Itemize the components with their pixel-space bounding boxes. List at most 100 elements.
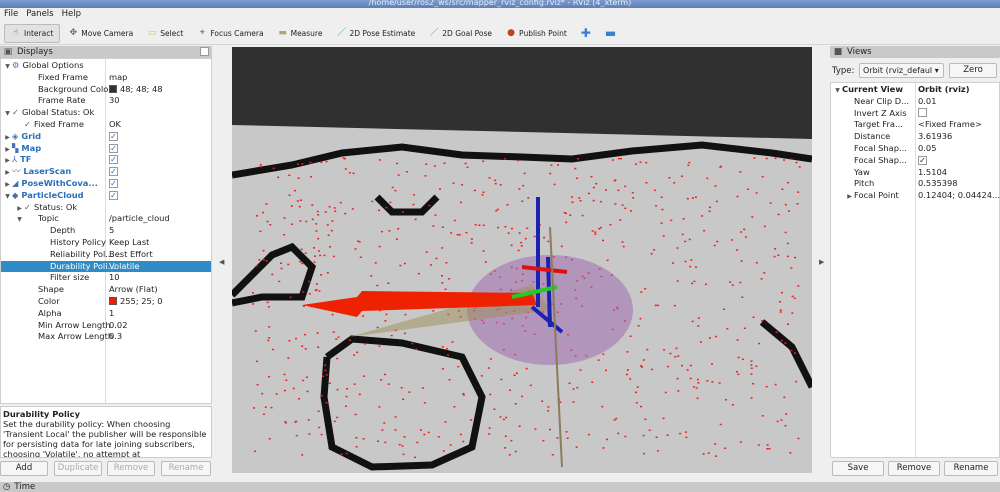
row-value[interactable]: OK (109, 119, 121, 129)
display-row[interactable]: ▶ 〰 LaserScan ✓ (1, 166, 211, 178)
display-row[interactable]: Filter size 10 (1, 272, 211, 284)
remove-tool-icon[interactable]: ▬ (599, 24, 622, 43)
expand-arrow-icon[interactable]: ▶ (845, 191, 854, 203)
display-row[interactable]: Reliability Pol... Best Effort (1, 249, 211, 261)
tool-focus-camera[interactable]: ⌖ Focus Camera (191, 24, 269, 43)
enable-checkbox[interactable]: ✓ (109, 143, 118, 153)
remove-button[interactable]: Remove (107, 461, 155, 476)
zero-button[interactable]: Zero (949, 63, 997, 78)
enable-checkbox[interactable]: ✓ (109, 190, 118, 200)
tool-move-camera[interactable]: ✥ Move Camera (62, 24, 139, 43)
display-row[interactable]: ▶ ⅄ TF ✓ (1, 154, 211, 166)
view-checkbox[interactable] (918, 107, 927, 117)
display-row[interactable]: Max Arrow Length 0.3 (1, 331, 211, 343)
row-value[interactable]: 30 (109, 95, 120, 105)
duplicate-button[interactable]: Duplicate (54, 461, 102, 476)
type-label: Type: (832, 66, 855, 76)
tool-interact[interactable]: ☝ Interact (4, 23, 61, 43)
row-value[interactable]: /particle_cloud (109, 213, 170, 223)
view-type-select[interactable]: Orbit (rviz_defaul ▾ (859, 63, 944, 78)
view-row[interactable]: ▶ Focal Point 0.12404; 0.04424... (831, 190, 999, 202)
menu-panels[interactable]: Panels (26, 8, 53, 21)
display-row[interactable]: ▼ ◆ ParticleCloud ✓ (1, 190, 211, 202)
display-row[interactable]: Frame Rate 30 (1, 95, 211, 107)
rename-view-button[interactable]: Rename (944, 461, 998, 476)
view-row[interactable]: Focal Shap... ✓ (831, 155, 999, 167)
color-swatch[interactable] (109, 296, 117, 305)
display-row[interactable]: ▼ Topic/particle_cloud (1, 213, 211, 225)
remove-view-button[interactable]: Remove (888, 461, 940, 476)
row-value[interactable]: Best Effort (109, 249, 153, 259)
view-row[interactable]: ▼ Current View Orbit (rviz) (831, 84, 999, 96)
enable-checkbox[interactable]: ✓ (109, 167, 118, 177)
display-row[interactable]: Color 255; 25; 0 (1, 296, 211, 308)
row-value[interactable]: Keep Last (109, 237, 149, 247)
row-value[interactable]: 3.61936 (918, 131, 952, 143)
tool-label: Focus Camera (210, 28, 264, 38)
row-value[interactable]: Orbit (rviz) (918, 84, 970, 96)
view-row[interactable]: Invert Z Axis (831, 107, 999, 120)
row-label: Frame Rate (38, 95, 86, 106)
row-value[interactable]: 5 (109, 225, 114, 235)
display-row[interactable]: Depth 5 (1, 225, 211, 237)
display-row[interactable]: ✓ Fixed Frame OK (1, 119, 211, 131)
menu-help[interactable]: Help (62, 8, 81, 21)
row-value[interactable]: Arrow (Flat) (109, 284, 158, 294)
display-row[interactable]: ▶ ▚ Map ✓ (1, 143, 211, 155)
display-row[interactable]: ▶ ◢ PoseWithCova... ✓ (1, 178, 211, 190)
row-value[interactable]: 48; 48; 48 (120, 84, 163, 94)
view-row[interactable]: Yaw 1.5104 (831, 167, 999, 179)
toolbar: ☝ Interact ✥ Move Camera ▭ Select ⌖ Focus Camer… (0, 22, 1000, 45)
time-title: Time (14, 482, 36, 492)
display-row[interactable]: ▼ ✓ Global Status: Ok (1, 107, 211, 119)
row-value[interactable]: 0.3 (109, 331, 122, 341)
view-row[interactable]: Near Clip D... 0.01 (831, 96, 999, 108)
tool-2d-pose-estimate[interactable]: ／ 2D Pose Estimate (330, 24, 421, 43)
collapse-right-arrow[interactable]: ▶ (819, 258, 824, 266)
display-row[interactable]: ▶ ◈ Grid ✓ (1, 131, 211, 143)
undock-button[interactable] (200, 47, 209, 56)
row-value[interactable]: 0.05 (918, 143, 936, 155)
3d-viewport[interactable] (232, 47, 812, 473)
add-tool-icon[interactable]: ✚ (575, 24, 597, 43)
row-value[interactable]: map (109, 72, 127, 82)
display-row[interactable]: Durability Poli... Volatile (1, 260, 211, 273)
enable-checkbox[interactable]: ✓ (109, 131, 118, 141)
row-value[interactable]: 255; 25; 0 (120, 296, 163, 306)
display-row[interactable]: Fixed Frame map (1, 72, 211, 84)
collapse-left-arrow[interactable]: ◀ (219, 258, 224, 266)
display-row[interactable]: ▼ ⚙ Global Options (1, 60, 211, 72)
display-row[interactable]: ▶ ✓ Status: Ok (1, 202, 211, 214)
view-row[interactable]: Target Fra... <Fixed Frame> (831, 119, 999, 131)
display-row[interactable]: Min Arrow Length 0.02 (1, 320, 211, 332)
menu-file[interactable]: File (4, 8, 18, 21)
view-row[interactable]: Focal Shap... 0.05 (831, 143, 999, 155)
tool-2d-goal-pose[interactable]: ／ 2D Goal Pose (423, 24, 498, 43)
row-value[interactable]: <Fixed Frame> (918, 119, 982, 131)
row-value[interactable]: 0.12404; 0.04424... (918, 190, 999, 202)
row-value[interactable]: 1 (109, 308, 114, 318)
row-value[interactable]: Volatile (109, 261, 139, 271)
display-row[interactable]: History Policy Keep Last (1, 237, 211, 249)
view-row[interactable]: Pitch 0.535398 (831, 178, 999, 190)
view-row[interactable]: Distance 3.61936 (831, 131, 999, 143)
color-swatch[interactable] (109, 84, 117, 93)
row-label: Yaw (854, 166, 870, 177)
row-value[interactable]: 1.5104 (918, 167, 947, 179)
enable-checkbox[interactable]: ✓ (109, 178, 118, 188)
row-value[interactable]: 10 (109, 272, 120, 282)
row-value[interactable]: 0.02 (109, 320, 127, 330)
enable-checkbox[interactable]: ✓ (109, 155, 118, 165)
row-value[interactable]: 0.535398 (918, 178, 958, 190)
add-button[interactable]: Add (0, 461, 48, 476)
display-row[interactable]: Alpha 1 (1, 308, 211, 320)
tool-select[interactable]: ▭ Select (141, 24, 189, 43)
tool-publish-point[interactable]: ● Publish Point (500, 24, 573, 43)
row-value[interactable]: 0.01 (918, 96, 936, 108)
display-row[interactable]: Shape Arrow (Flat) (1, 284, 211, 296)
tool-measure[interactable]: ▬ Measure (272, 24, 329, 43)
display-row[interactable]: Background Color 48; 48; 48 (1, 84, 211, 96)
save-view-button[interactable]: Save (832, 461, 884, 476)
view-checkbox[interactable]: ✓ (918, 155, 927, 165)
rename-button[interactable]: Rename (161, 461, 211, 476)
